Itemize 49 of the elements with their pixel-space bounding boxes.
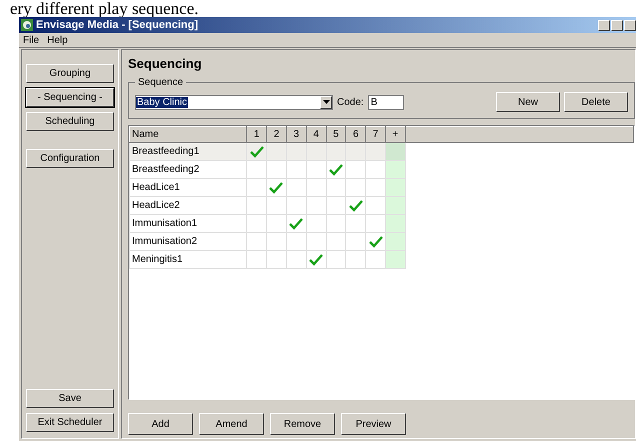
sidebar-action-button[interactable]: Save <box>26 389 114 408</box>
code-field[interactable]: B <box>368 94 404 110</box>
column-header: + <box>385 126 406 142</box>
column-header: 4 <box>306 126 326 142</box>
window-title: Envisage Media - [Sequencing] <box>36 19 199 31</box>
action-button[interactable]: Remove <box>270 413 335 435</box>
checkmark-icon <box>250 146 264 158</box>
nav-button[interactable]: - Sequencing - <box>26 88 114 107</box>
column-header: 6 <box>346 126 366 142</box>
name-cell: Immunisation2 <box>130 232 247 250</box>
name-cell: HeadLice2 <box>130 196 247 214</box>
action-button[interactable]: Amend <box>199 413 264 435</box>
nav-button[interactable]: Scheduling <box>26 112 114 131</box>
name-cell: Breastfeeding1 <box>130 142 247 160</box>
sequence-button[interactable]: New <box>496 92 560 112</box>
checkmark-icon <box>368 236 383 248</box>
minimize-button[interactable] <box>598 20 610 30</box>
name-cell: Meningitis1 <box>130 250 247 268</box>
page-heading: Sequencing <box>128 56 203 71</box>
name-cell: Breastfeeding2 <box>130 160 247 178</box>
app-icon <box>21 19 33 31</box>
column-header: 7 <box>366 126 386 142</box>
code-label: Code: <box>337 96 364 108</box>
nav-button[interactable]: Grouping <box>26 64 114 83</box>
checkmark-icon <box>348 200 363 212</box>
document-text: ery different play sequence. <box>10 0 198 17</box>
menu-item[interactable]: Help <box>47 34 68 46</box>
group-label: Sequence <box>137 77 184 88</box>
checkmark-icon <box>269 182 284 194</box>
sequence-dropdown[interactable]: Baby Clinic <box>135 94 333 110</box>
action-button[interactable]: Preview <box>341 413 406 435</box>
close-button[interactable] <box>624 20 636 30</box>
checkmark-icon <box>309 254 324 266</box>
column-header: 1 <box>246 126 267 142</box>
menu-item[interactable]: File <box>23 34 40 46</box>
sequence-button[interactable]: Delete <box>564 92 628 112</box>
checkmark-icon <box>328 164 343 176</box>
maximize-button[interactable] <box>611 20 623 30</box>
column-header: 5 <box>326 126 346 142</box>
name-cell: HeadLice1 <box>130 178 247 196</box>
name-cell: Immunisation1 <box>130 214 247 232</box>
column-header: Name <box>130 126 247 142</box>
nav-button[interactable]: Configuration <box>26 149 114 168</box>
checkmark-icon <box>289 218 304 230</box>
column-header: 2 <box>266 126 286 142</box>
action-button[interactable]: Add <box>128 413 193 435</box>
dropdown-arrow-icon <box>322 100 330 104</box>
column-header: 3 <box>286 126 306 142</box>
sidebar-action-button[interactable]: Exit Scheduler <box>26 413 114 432</box>
